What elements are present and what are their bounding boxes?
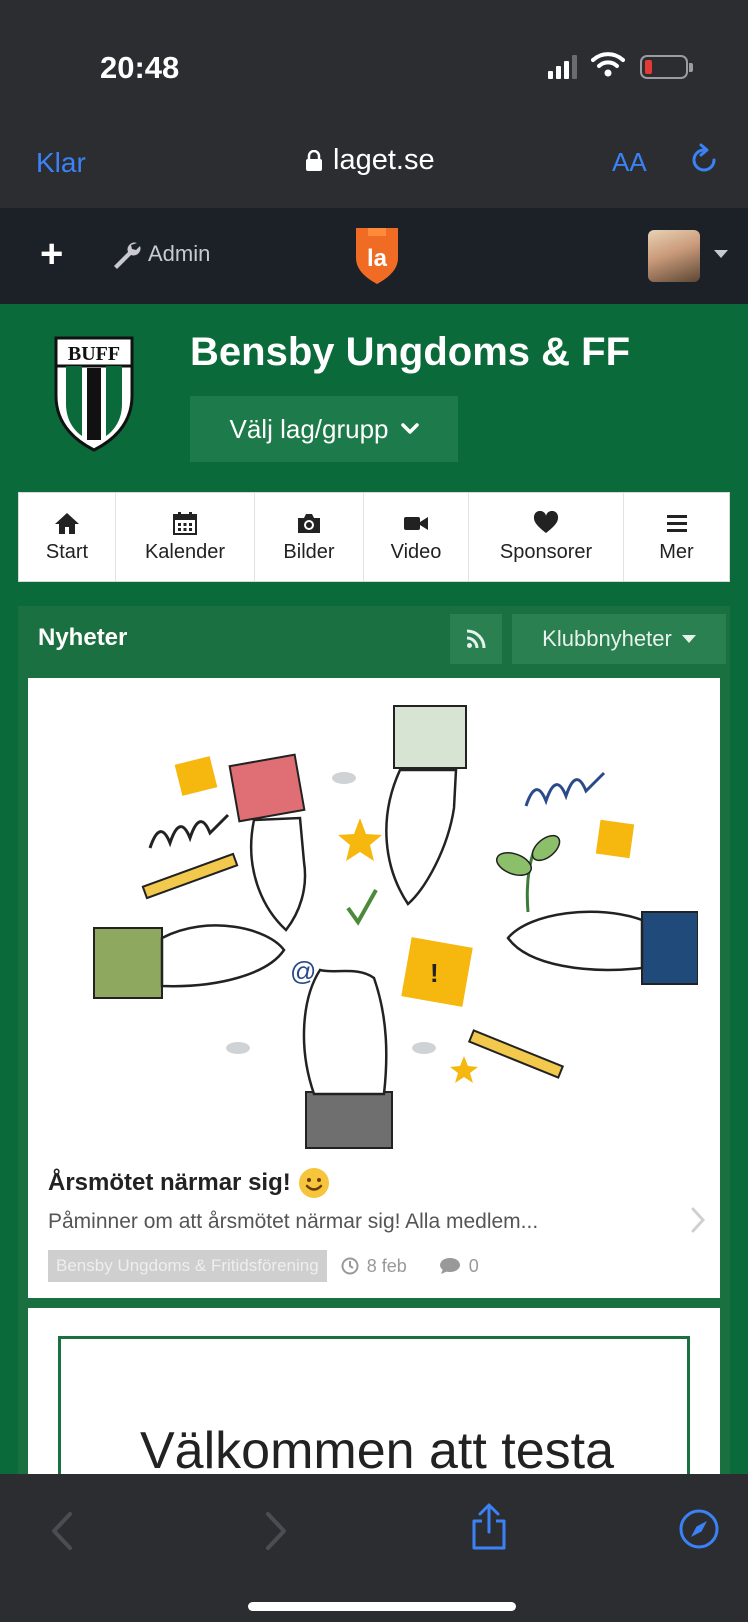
tab-sponsorer[interactable]: Sponsorer: [469, 493, 624, 581]
team-select-dropdown[interactable]: Välj lag/grupp: [190, 396, 458, 462]
back-arrow-icon[interactable]: [48, 1510, 76, 1552]
article-title[interactable]: Årsmötet närmar sig!: [48, 1168, 329, 1198]
share-icon[interactable]: [470, 1502, 508, 1552]
add-button[interactable]: +: [40, 234, 63, 274]
club-name[interactable]: Bensby Ungdoms & FF: [190, 330, 630, 375]
wifi-icon: [591, 52, 625, 77]
article-comment-count: 0: [468, 1255, 479, 1276]
browser-toolbar: [0, 1474, 748, 1622]
calendar-icon: [173, 511, 197, 535]
article-club-tag[interactable]: Bensby Ungdoms & Fritidsförening: [48, 1250, 327, 1282]
article-meta: Bensby Ungdoms & Fritidsförening 8 feb 0: [48, 1250, 479, 1282]
news-filter-label: Klubbnyheter: [542, 626, 672, 651]
tab-video[interactable]: Video: [364, 493, 469, 581]
tab-label: Mer: [659, 540, 694, 563]
tab-kalender[interactable]: Kalender: [116, 493, 255, 581]
admin-button[interactable]: Admin: [110, 238, 210, 270]
avatar[interactable]: [648, 230, 700, 282]
wrench-icon: [114, 242, 141, 269]
tab-label: Start: [45, 540, 89, 563]
heart-icon: [533, 510, 559, 533]
news-article-card[interactable]: ! @ Årsmötet närmar sig! Påminner om att…: [28, 678, 720, 1298]
tab-label: Sponsorer: [499, 540, 593, 563]
news-header: Nyheter Klubbnyheter: [18, 606, 730, 668]
tab-label: Kalender: [144, 540, 226, 563]
svg-text:@: @: [290, 956, 316, 986]
camera-icon: [298, 513, 320, 533]
text-size-button[interactable]: AA: [612, 147, 647, 178]
status-time: 20:48: [100, 50, 180, 85]
video-icon: [404, 516, 428, 530]
article-illustration: ! @: [93, 705, 698, 1149]
team-select-label: Välj lag/grupp: [229, 413, 389, 444]
url-text: laget.se: [333, 144, 435, 176]
tab-label: Bilder: [283, 540, 335, 563]
news-title: Nyheter: [38, 624, 128, 651]
forward-arrow-icon[interactable]: [262, 1510, 290, 1552]
article-title-text: Årsmötet närmar sig!: [48, 1169, 291, 1196]
svg-text:la: la: [367, 245, 388, 272]
news-section: Nyheter Klubbnyheter ! @ Årsmötet närmar…: [18, 606, 730, 1508]
article-date-text: 8 feb: [366, 1255, 407, 1276]
status-bar: 20:48: [0, 0, 748, 120]
admin-label: Admin: [148, 241, 211, 266]
comment-icon: [439, 1258, 460, 1274]
text-size-label: AA: [612, 147, 647, 177]
svg-text:!: !: [430, 958, 439, 988]
tab-bilder[interactable]: Bilder: [255, 493, 364, 581]
home-indicator[interactable]: [248, 1602, 516, 1611]
svg-text:BUFF: BUFF: [68, 343, 120, 365]
smiley-emoji-icon: [298, 1168, 329, 1198]
cellular-signal-icon: [548, 55, 577, 79]
done-button[interactable]: Klar: [36, 147, 86, 179]
club-crest-logo[interactable]: BUFF: [52, 334, 136, 452]
club-header: BUFF Bensby Ungdoms & FF Välj lag/grupp: [0, 304, 748, 480]
reload-icon[interactable]: [688, 142, 720, 178]
rss-icon: [466, 629, 486, 649]
laget-logo[interactable]: la: [352, 224, 402, 286]
article-date: 8 feb: [341, 1256, 407, 1277]
chevron-down-icon: [400, 423, 419, 434]
club-nav-tabs: Start Kalender Bilder Video Sponsorer Me…: [18, 492, 730, 582]
menu-icon: [666, 514, 687, 532]
chevron-down-icon[interactable]: [714, 250, 728, 258]
article-image-text: Välkommen att testa: [140, 1422, 614, 1480]
article-excerpt: Påminner om att årsmötet närmar sig! All…: [48, 1210, 539, 1233]
battery-icon: [640, 55, 693, 79]
home-icon: [55, 512, 79, 534]
tab-mer[interactable]: Mer: [624, 493, 729, 581]
tab-label: Video: [390, 540, 442, 563]
rss-button[interactable]: [450, 614, 502, 664]
tab-start[interactable]: Start: [19, 493, 116, 581]
clock-icon: [341, 1257, 359, 1275]
browser-url-bar: Klar laget.se AA: [0, 120, 748, 208]
main-content: Start Kalender Bilder Video Sponsorer Me…: [0, 480, 748, 1508]
chevron-right-icon[interactable]: [690, 1206, 706, 1234]
article-comments: 0: [439, 1256, 479, 1277]
site-topbar: + Admin la: [0, 208, 748, 304]
caret-down-icon: [681, 635, 696, 643]
news-filter-dropdown[interactable]: Klubbnyheter: [512, 614, 726, 664]
compass-icon[interactable]: [678, 1508, 720, 1550]
address-field[interactable]: laget.se: [305, 144, 435, 177]
lock-icon: [306, 149, 322, 171]
